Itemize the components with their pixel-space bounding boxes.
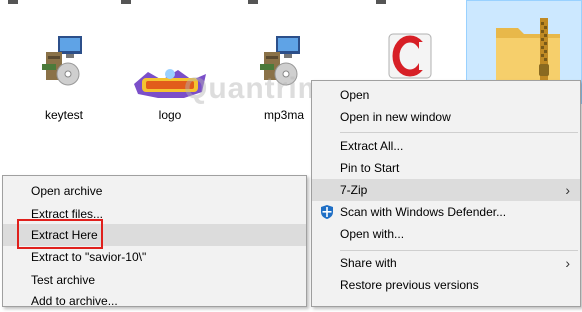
menu-item-pin-to-start[interactable]: Pin to Start: [312, 157, 580, 179]
context-menu: Open Open in new window Extract All... P…: [311, 80, 581, 307]
menu-item-open-with[interactable]: Open with...: [312, 223, 580, 245]
menu-separator: [340, 250, 578, 251]
submenu-item-extract-to[interactable]: Extract to "savior-10\": [3, 246, 306, 268]
shield-icon: [321, 205, 333, 219]
file-item-keytest[interactable]: keytest: [22, 0, 106, 130]
submenu-item-add-to-archive[interactable]: Add to archive...: [3, 290, 306, 312]
menu-item-scan-defender[interactable]: Scan with Windows Defender...: [312, 201, 580, 223]
menu-item-restore-versions[interactable]: Restore previous versions: [312, 274, 580, 296]
installer-icon: [260, 36, 300, 86]
chevron-right-icon: ›: [565, 255, 570, 271]
menu-item-extract-all[interactable]: Extract All...: [312, 135, 580, 157]
file-label: keytest: [44, 108, 83, 122]
submenu-item-open-archive[interactable]: Open archive: [3, 180, 306, 202]
file-label: logo: [158, 108, 182, 122]
file-item-logo[interactable]: logo: [128, 0, 212, 130]
menu-item-label: Share with: [340, 256, 397, 270]
submenu-item-test-archive[interactable]: Test archive: [3, 269, 306, 291]
opera-icon: [388, 33, 432, 79]
previous-row-label-stub: [8, 0, 18, 4]
highlight-box: [17, 219, 103, 249]
zip-folder-icon: [496, 18, 560, 80]
menu-item-label: Scan with Windows Defender...: [340, 205, 507, 219]
menu-item-7zip[interactable]: 7-Zip ›: [312, 179, 580, 201]
everwing-logo-icon: [134, 69, 206, 98]
menu-separator: [340, 132, 578, 133]
menu-item-open[interactable]: Open: [312, 84, 580, 106]
file-item-mp3ma[interactable]: mp3ma: [250, 0, 314, 130]
menu-item-label: 7-Zip: [340, 183, 368, 197]
chevron-right-icon: ›: [565, 182, 570, 198]
installer-icon: [42, 36, 82, 86]
menu-item-open-new-window[interactable]: Open in new window: [312, 106, 580, 128]
menu-item-share-with[interactable]: Share with ›: [312, 252, 580, 274]
